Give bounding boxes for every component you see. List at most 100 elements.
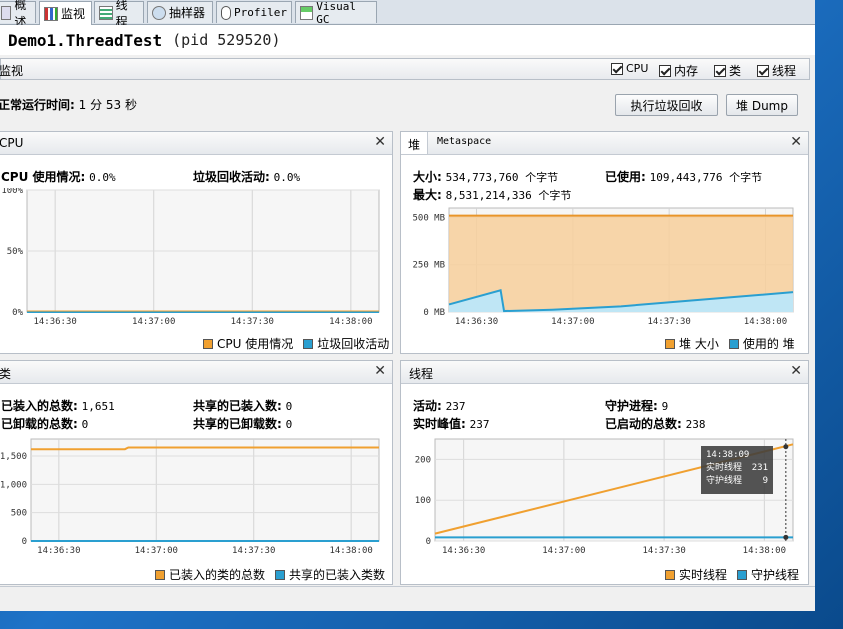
tooltip-label: 实时线程	[706, 463, 743, 473]
y-tick-label: 0	[22, 537, 27, 547]
threads-legend: 实时线程 守护线程	[665, 566, 799, 583]
heap-panel: 堆 Metaspace ✕ 大小: 534,773,760 个字节 最大: 8,…	[400, 131, 809, 354]
heap-max: 最大: 8,531,214,336 个字节	[413, 186, 571, 203]
legend-swatch	[275, 569, 286, 580]
x-tick-label: 14:36:30	[33, 317, 76, 327]
tab-profiler[interactable]: Profiler	[216, 1, 292, 23]
y-tick-label: 500 MB	[412, 213, 445, 223]
x-tick-label: 14:38:00	[329, 317, 372, 327]
x-tick-label: 14:37:00	[132, 317, 175, 327]
x-tick-label: 14:38:00	[744, 317, 787, 327]
classes-loaded-label: 已装入的总数:	[1, 399, 78, 413]
tab-label: Profiler	[234, 6, 287, 19]
tooltip-row: 实时线程 231	[706, 462, 768, 475]
threads-daemon: 守护进程: 9	[605, 397, 668, 414]
tab-heap[interactable]: 堆	[401, 132, 428, 154]
threads-started-value: 238	[685, 418, 706, 431]
legend-swatch	[665, 569, 675, 580]
classes-panel-title: 类	[0, 367, 12, 381]
heap-panel-header: 堆 Metaspace ✕	[401, 132, 808, 155]
tab-heap-label: 堆	[408, 138, 421, 152]
heap-legend: 堆 大小 使用的 堆	[665, 335, 795, 352]
crosshair-point	[783, 534, 789, 540]
legend-label: 垃圾回收活动	[317, 337, 390, 351]
x-tick-label: 14:37:30	[231, 317, 274, 327]
y-tick-label: 100	[415, 496, 431, 506]
y-tick-label: 0 MB	[423, 308, 445, 318]
tab-label: 抽样器	[169, 6, 206, 20]
app-title-bar: Demo1.ThreadTest (pid 529520)	[0, 25, 815, 55]
tab-sampler[interactable]: 抽样器	[147, 1, 213, 23]
classes-legend: 已装入的类的总数 共享的已装入类数	[155, 566, 385, 583]
gc-activity: 垃圾回收活动: 0.0%	[193, 168, 300, 185]
y-tick-label: 50%	[7, 247, 24, 257]
threads-daemon-label: 守护进程:	[605, 399, 658, 413]
y-tick-label: 0	[426, 537, 431, 547]
threads-peak: 实时峰值: 237	[413, 415, 490, 432]
visual-gc-icon	[300, 5, 314, 20]
heap-size: 大小: 534,773,760 个字节	[413, 168, 558, 185]
close-icon[interactable]: ✕	[790, 134, 802, 150]
legend-label: 使用的 堆	[742, 337, 795, 351]
checkbox-box[interactable]	[757, 64, 769, 77]
app-name: Demo1.ThreadTest	[8, 30, 163, 50]
y-tick-label: 1,500	[0, 452, 27, 462]
checkbox-box[interactable]	[714, 64, 726, 77]
tooltip-time: 14:38:09	[706, 450, 750, 460]
legend-swatch	[155, 569, 165, 580]
tab-overview[interactable]: 概述	[0, 0, 36, 29]
close-icon[interactable]: ✕	[374, 363, 386, 379]
checkbox-label: 内存	[674, 64, 699, 78]
heap-used-label: 已使用:	[605, 170, 646, 184]
tab-metaspace[interactable]: Metaspace	[437, 136, 491, 147]
classes-unloaded: 已卸载的总数: 0	[1, 415, 88, 432]
tab-visual-gc[interactable]: Visual GC	[295, 0, 377, 26]
heap-size-value: 534,773,760 个字节	[445, 171, 559, 184]
checkbox-box[interactable]	[611, 62, 623, 75]
checkbox-cpu[interactable]: CPU	[611, 62, 648, 75]
legend-label: 共享的已装入类数	[289, 568, 386, 582]
checkbox-box[interactable]	[659, 64, 671, 77]
legend-label: 已装入的类的总数	[169, 568, 266, 582]
x-tick-label: 14:37:00	[135, 546, 178, 556]
threads-peak-label: 实时峰值:	[413, 417, 466, 431]
y-tick-label: 250 MB	[412, 261, 445, 271]
heap-chart: 14:36:30 14:37:00 14:37:30 14:38:00 500 MB 25…	[412, 207, 794, 327]
close-icon[interactable]: ✕	[374, 134, 386, 150]
monitor-title: 监视	[0, 64, 24, 78]
checkbox-label: 类	[729, 64, 742, 78]
threads-live-label: 活动:	[413, 399, 442, 413]
profiler-icon	[221, 5, 232, 20]
heap-max-label: 最大:	[413, 188, 442, 202]
legend-swatch	[303, 338, 314, 349]
monitor-icon	[44, 6, 58, 21]
checkbox-classes[interactable]: 类	[714, 62, 741, 79]
sampler-icon	[152, 5, 166, 20]
threads-peak-value: 237	[469, 418, 490, 431]
close-icon[interactable]: ✕	[790, 363, 802, 379]
tab-label: 监视	[61, 7, 86, 21]
legend-swatch	[728, 338, 739, 349]
cpu-panel-title: CPU	[0, 136, 24, 150]
cpu-panel-header: CPU ✕	[0, 132, 392, 155]
x-tick-label: 14:36:30	[455, 317, 498, 327]
checkbox-memory[interactable]: 内存	[659, 62, 698, 79]
tab-monitor[interactable]: 监视	[39, 1, 92, 25]
checkbox-threads[interactable]: 线程	[757, 62, 796, 79]
heap-used: 已使用: 109,443,776 个字节	[605, 168, 762, 185]
visualvm-window: 概述 监视 线程 抽样器 Profiler Visual GC Demo1.Th…	[0, 0, 815, 611]
legend-label: CPU 使用情况	[217, 337, 294, 351]
classes-panel-header: 类 ✕	[0, 361, 392, 384]
tooltip-label: 守护线程	[706, 476, 743, 486]
perform-gc-button[interactable]: 执行垃圾回收	[615, 94, 718, 116]
y-tick-label: 0%	[12, 308, 23, 318]
threads-panel: 线程 ✕ 活动: 237 实时峰值: 237 守护进程: 9 已启动的总数: 2…	[400, 360, 809, 585]
heap-dump-button[interactable]: 堆 Dump	[726, 94, 798, 116]
cpu-chart: 14:36:30 14:37:00 14:37:30 14:38:00 100% 50% 0…	[1, 188, 380, 327]
classes-shared-loaded-value: 0	[285, 400, 293, 413]
y-tick-label: 1,000	[0, 480, 27, 490]
tooltip-row: 守护线程 9	[706, 475, 768, 488]
threads-daemon-value: 9	[661, 400, 669, 413]
tab-threads[interactable]: 线程	[94, 0, 144, 29]
uptime-value: 1 分 53 秒	[78, 98, 137, 112]
